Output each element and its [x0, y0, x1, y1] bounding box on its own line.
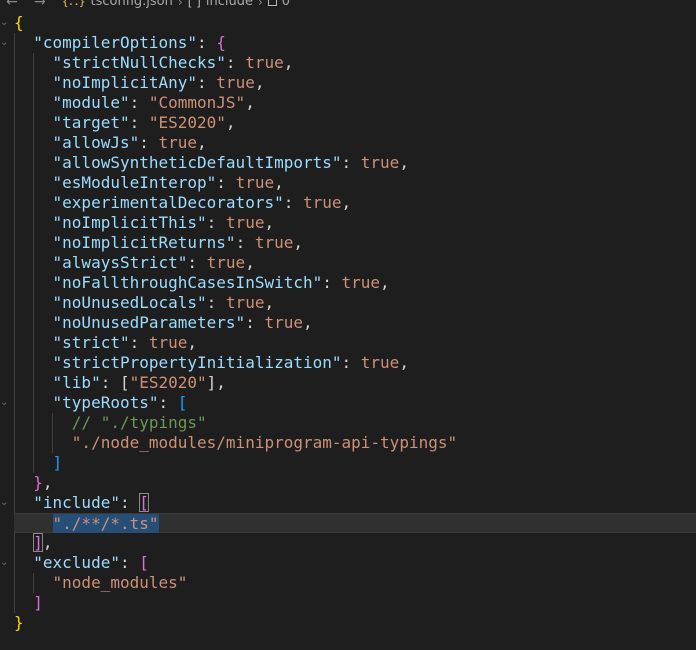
code-line: "node_modules" — [0, 573, 696, 593]
code-line: ⌄ "typeRoots": [ — [0, 393, 188, 413]
fold-chevron-icon[interactable]: ⌄ — [0, 33, 10, 53]
code-line: "noUnusedParameters": true, — [0, 313, 696, 333]
code-line: "strictPropertyInitialization": true, — [0, 353, 696, 373]
code-line: "strict": true, — [0, 333, 696, 353]
code-line: // "./typings" — [0, 413, 696, 433]
breadcrumb: {..} tsconfig.json › [ ] include › 0 — [62, 0, 290, 9]
option-value: "ES2020" — [148, 113, 226, 132]
lib-value: "ES2020" — [129, 373, 207, 392]
option-value: true — [360, 353, 400, 372]
option-key: "allowJs" — [52, 133, 140, 152]
option-value: true — [341, 273, 381, 292]
option-key: "noFallthroughCasesInSwitch" — [52, 273, 323, 292]
exclude-value: "node_modules" — [52, 573, 188, 592]
compiler-options-list: "strictNullChecks": true, "noImplicitAny… — [0, 53, 696, 373]
root-open-brace: { — [14, 13, 24, 32]
option-value: true — [216, 73, 255, 92]
lib-key: "lib" — [52, 373, 101, 392]
compiler-options-key: "compilerOptions" — [33, 33, 198, 52]
code-line: ⌄ { — [0, 13, 696, 33]
option-value: true — [264, 313, 303, 332]
option-value: "CommonJS" — [148, 93, 246, 112]
option-value: true — [245, 53, 284, 72]
code-line: "strictNullChecks": true, — [0, 53, 696, 73]
root-close-brace: } — [14, 613, 24, 632]
array-icon: [ ] — [187, 0, 201, 9]
option-key: "allowSyntheticDefaultImports" — [52, 153, 342, 172]
include-key: "include" — [33, 493, 120, 512]
code-line: "noImplicitAny": true, — [0, 73, 696, 93]
forward-arrow-icon[interactable]: → — [34, 0, 46, 10]
code-line: ] — [0, 593, 696, 613]
option-value: true — [158, 133, 198, 152]
option-key: "strictPropertyInitialization" — [52, 353, 342, 372]
code-line: "experimentalDecorators": true, — [0, 193, 696, 213]
code-line: ⌄ "exclude": [ — [0, 553, 149, 573]
breadcrumb-include[interactable]: include — [206, 0, 253, 9]
current-line: "./**/*.ts" — [14, 513, 696, 533]
code-line: "allowJs": true, — [0, 133, 696, 153]
option-value: true — [235, 173, 275, 192]
code-line: "noImplicitReturns": true, — [0, 233, 696, 253]
option-key: "alwaysStrict" — [52, 253, 188, 272]
option-value: true — [302, 193, 342, 212]
chevron-right-icon: › — [257, 0, 263, 9]
code-line: "alwaysStrict": true, — [0, 253, 696, 273]
code-editor[interactable]: ⌄ { ⌄ "compilerOptions": { "strictNullCh… — [0, 13, 696, 633]
option-value: true — [225, 293, 265, 312]
code-line: }, — [0, 473, 696, 493]
option-value: true — [148, 333, 188, 352]
code-line: ], — [0, 533, 696, 553]
option-key: "noUnusedLocals" — [52, 293, 207, 312]
option-key: "target" — [52, 113, 130, 132]
option-key: "noImplicitReturns" — [52, 233, 236, 252]
include-value: "./**/*.ts" — [52, 514, 159, 533]
option-key: "noImplicitThis" — [52, 213, 207, 232]
code-line: "target": "ES2020", — [0, 113, 696, 133]
back-arrow-icon[interactable]: ← — [6, 0, 18, 10]
code-line: "esModuleInterop": true, — [0, 173, 696, 193]
option-key: "esModuleInterop" — [52, 173, 217, 192]
option-value: true — [206, 253, 246, 272]
fold-chevron-icon[interactable]: ⌄ — [0, 393, 10, 413]
code-line: "module": "CommonJS", — [0, 93, 696, 113]
type-roots-key: "typeRoots" — [52, 393, 159, 412]
code-line: "noImplicitThis": true, — [0, 213, 696, 233]
type-roots-value: "./node_modules/miniprogram-api-typings" — [71, 433, 458, 452]
option-key: "module" — [52, 93, 130, 112]
code-line: ⌄ "include": [ — [0, 493, 149, 513]
option-key: "strict" — [52, 333, 130, 352]
option-key: "experimentalDecorators" — [52, 193, 284, 212]
code-line: "./node_modules/miniprogram-api-typings" — [0, 433, 696, 453]
option-key: "noImplicitAny" — [52, 73, 198, 92]
option-value: true — [360, 153, 400, 172]
code-line: "lib": ["ES2020"], — [0, 373, 696, 393]
option-key: "strictNullChecks" — [52, 53, 226, 72]
exclude-key: "exclude" — [33, 553, 120, 572]
code-line: "noUnusedLocals": true, — [0, 293, 696, 313]
fold-chevron-icon[interactable]: ⌄ — [0, 13, 10, 33]
code-line: ] — [0, 453, 696, 473]
type-roots-comment: // "./typings" — [71, 413, 207, 432]
breadcrumb-index[interactable]: 0 — [282, 0, 290, 9]
element-icon — [267, 0, 277, 6]
chevron-right-icon: › — [177, 0, 183, 9]
json-file-icon: {..} — [62, 0, 85, 8]
breadcrumb-file[interactable]: tsconfig.json — [91, 0, 173, 9]
code-line: "allowSyntheticDefaultImports": true, — [0, 153, 696, 173]
code-line: } — [0, 613, 696, 633]
fold-chevron-icon[interactable]: ⌄ — [0, 553, 10, 573]
breadcrumb-bar: ← → {..} tsconfig.json › [ ] include › 0 — [0, 0, 696, 12]
code-line: "noFallthroughCasesInSwitch": true, — [0, 273, 696, 293]
option-value: true — [225, 213, 265, 232]
option-key: "noUnusedParameters" — [52, 313, 246, 332]
code-line: ⌄ "compilerOptions": { — [0, 33, 226, 53]
fold-chevron-icon[interactable]: ⌄ — [0, 493, 10, 513]
option-value: true — [254, 233, 294, 252]
